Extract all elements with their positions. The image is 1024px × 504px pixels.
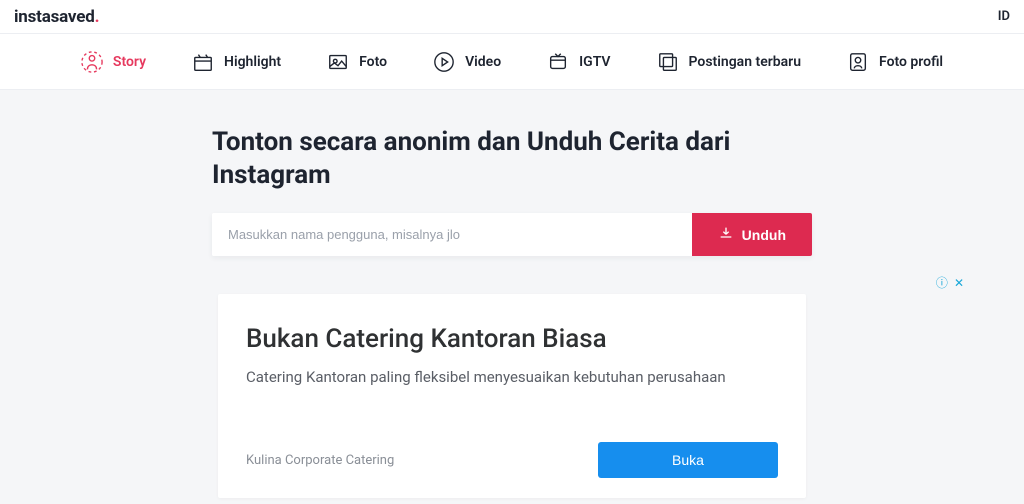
- download-button[interactable]: Unduh: [692, 213, 812, 256]
- top-bar: instasaved. ID: [0, 0, 1024, 34]
- nav-label: Foto: [359, 54, 387, 70]
- ad-brand: Kulina Corporate Catering: [246, 453, 394, 468]
- language-label: ID: [998, 9, 1010, 24]
- ad-cta-button[interactable]: Buka: [598, 442, 778, 478]
- highlight-icon: [192, 51, 214, 73]
- nav-label: Story: [113, 54, 146, 70]
- ad-close-icon[interactable]: ✕: [954, 276, 964, 290]
- ad-subtitle: Catering Kantoran paling fleksibel menye…: [246, 368, 778, 386]
- nav-video[interactable]: Video: [433, 51, 501, 73]
- nav-label: Postingan terbaru: [689, 54, 801, 70]
- hero: Tonton secara anonim dan Unduh Cerita da…: [212, 126, 812, 256]
- story-icon: [81, 51, 103, 73]
- video-icon: [433, 51, 455, 73]
- recent-icon: [657, 51, 679, 73]
- nav-label: Highlight: [224, 54, 281, 70]
- ad-info-icon[interactable]: ⓘ: [936, 274, 948, 291]
- nav-label: Video: [465, 54, 501, 70]
- ad-container: ⓘ ✕ Bukan Catering Kantoran Biasa Cateri…: [0, 270, 1024, 498]
- nav-foto[interactable]: Foto: [327, 51, 387, 73]
- download-icon: [718, 225, 734, 244]
- main-nav: Story Highlight Foto Video IGTV Postinga…: [0, 34, 1024, 90]
- ad-title: Bukan Catering Kantoran Biasa: [246, 324, 778, 354]
- search-bar: Unduh: [212, 213, 812, 256]
- photo-icon: [327, 51, 349, 73]
- nav-label: Foto profil: [879, 54, 943, 70]
- ad-controls: ⓘ ✕: [936, 274, 964, 291]
- igtv-icon: [547, 51, 569, 73]
- nav-recent[interactable]: Postingan terbaru: [657, 51, 801, 73]
- main: Tonton secara anonim dan Unduh Cerita da…: [0, 126, 1024, 498]
- nav-story[interactable]: Story: [81, 51, 146, 73]
- username-input[interactable]: [212, 213, 692, 256]
- page-title: Tonton secara anonim dan Unduh Cerita da…: [212, 126, 812, 191]
- language-selector[interactable]: ID: [998, 9, 1010, 24]
- profile-icon: [847, 51, 869, 73]
- download-label: Unduh: [742, 227, 786, 243]
- logo-dot: .: [95, 7, 100, 27]
- ad-card[interactable]: Bukan Catering Kantoran Biasa Catering K…: [218, 294, 806, 498]
- ad-footer: Kulina Corporate Catering Buka: [246, 442, 778, 478]
- nav-highlight[interactable]: Highlight: [192, 51, 281, 73]
- nav-label: IGTV: [579, 54, 610, 70]
- nav-igtv[interactable]: IGTV: [547, 51, 610, 73]
- nav-profile[interactable]: Foto profil: [847, 51, 943, 73]
- logo-text: instasaved: [14, 7, 95, 27]
- logo[interactable]: instasaved.: [14, 7, 99, 27]
